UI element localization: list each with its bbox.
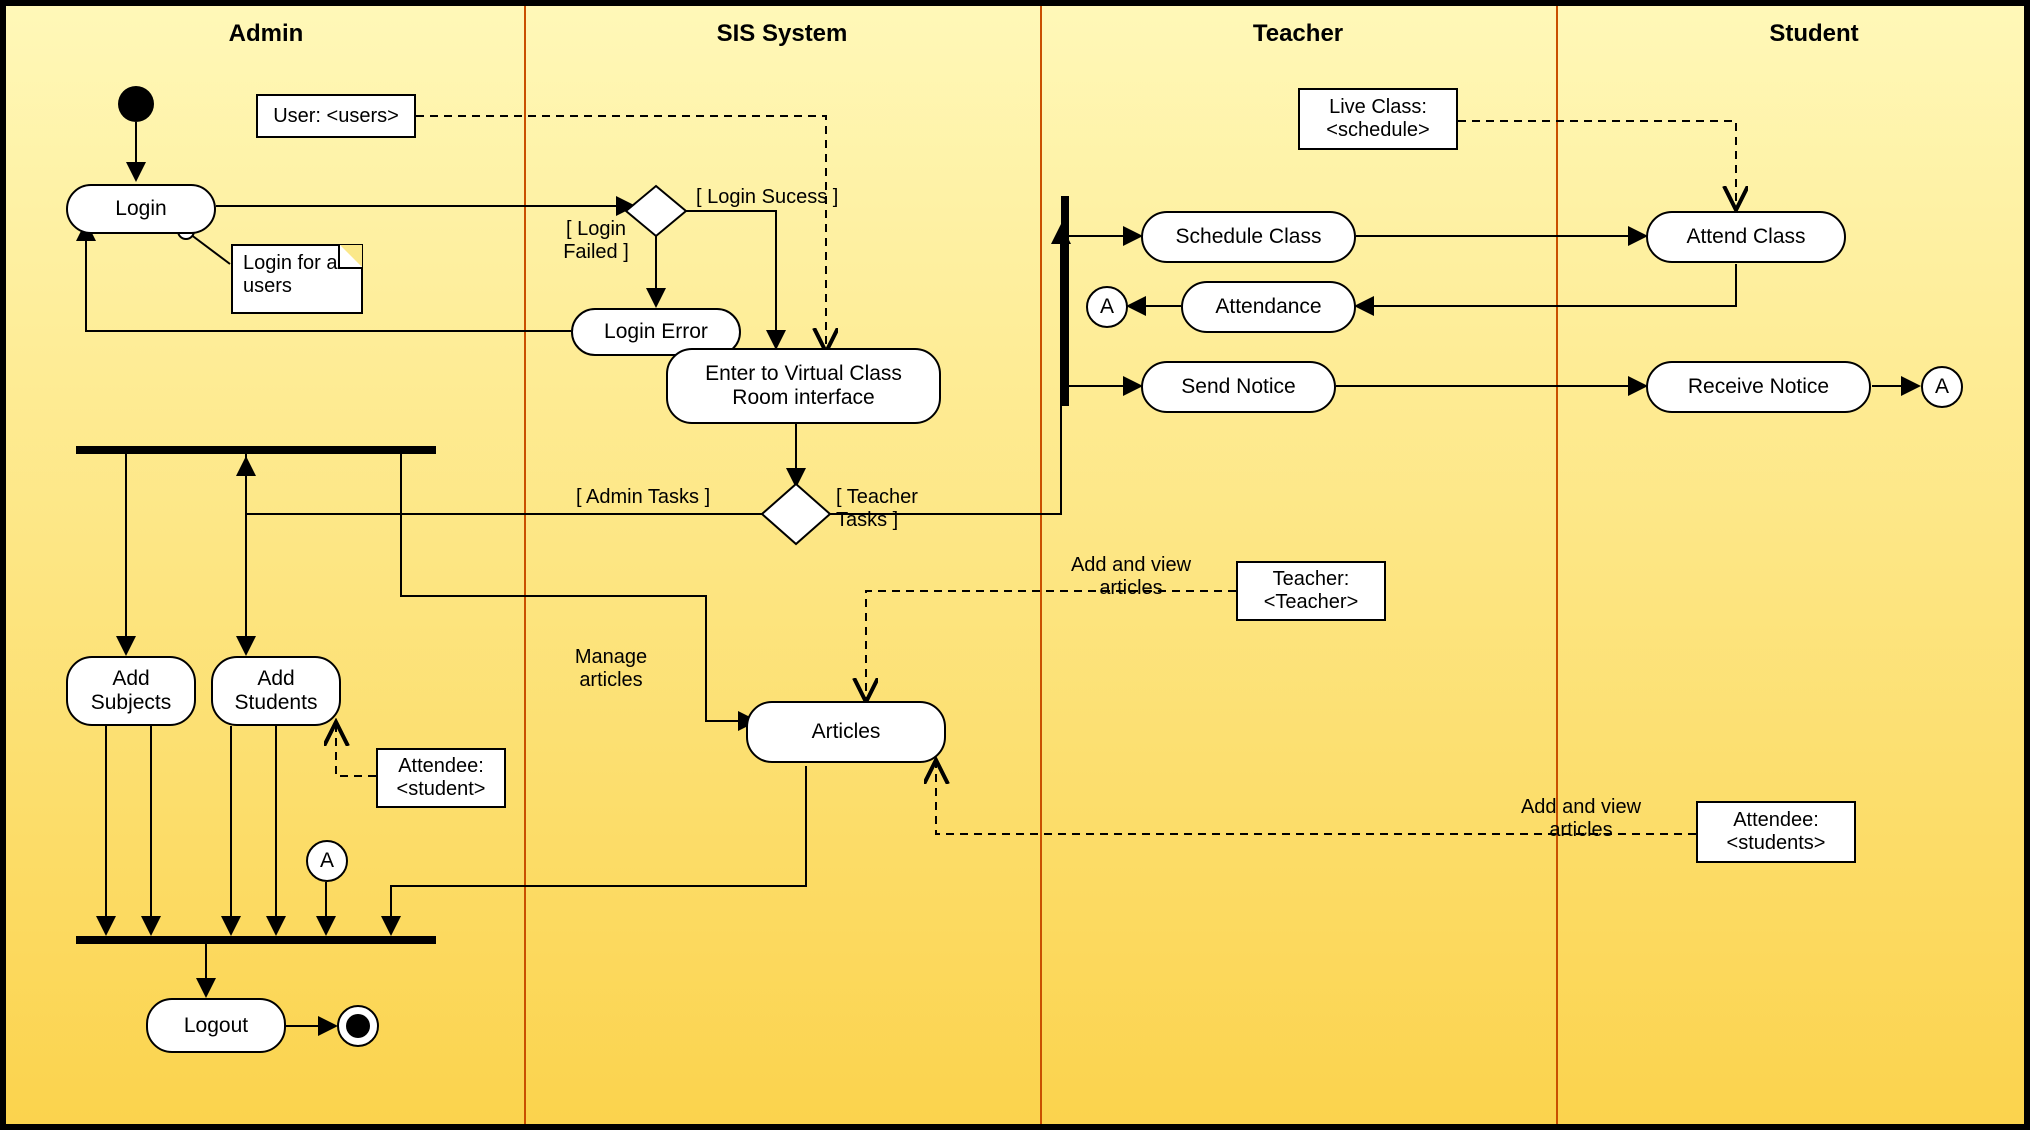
activity-schedule-class: Schedule Class [1141, 211, 1356, 263]
activity-add-subjects: Add Subjects [66, 656, 196, 726]
label-add-view-2: Add and view articles [1506, 796, 1656, 842]
guard-login-success: [ Login Sucess ] [696, 186, 838, 209]
activity-logout: Logout [146, 998, 286, 1053]
activity-attendance: Attendance [1181, 281, 1356, 333]
connector-a-3: A [306, 840, 348, 882]
lane-title-sis: SIS System [717, 20, 848, 48]
activity-send-notice: Send Notice [1141, 361, 1336, 413]
guard-teacher-tasks: [ Teacher Tasks ] [836, 486, 936, 532]
guard-admin-tasks: [ Admin Tasks ] [576, 486, 710, 509]
note-text: Login for all users [243, 252, 346, 297]
lane-title-student: Student [1769, 20, 1858, 48]
lane-divider [1040, 6, 1042, 1124]
connector-a-1: A [1086, 286, 1128, 328]
activity-attend-class: Attend Class [1646, 211, 1846, 263]
object-attendee: Attendee: <student> [376, 748, 506, 808]
activity-articles: Articles [746, 701, 946, 763]
activity-login: Login [66, 184, 216, 234]
lane-title-teacher: Teacher [1253, 20, 1343, 48]
object-teacher: Teacher: <Teacher> [1236, 561, 1386, 621]
lane-divider [1556, 6, 1558, 1124]
diagram-canvas: Admin SIS System Teacher Student [0, 0, 2030, 1130]
activity-enter-vcr: Enter to Virtual Class Room interface [666, 348, 941, 424]
object-user: User: <users> [256, 94, 416, 138]
lane-divider [524, 6, 526, 1124]
connector-a-2: A [1921, 366, 1963, 408]
object-attendees: Attendee: <students> [1696, 801, 1856, 863]
activity-receive-notice: Receive Notice [1646, 361, 1871, 413]
activity-add-students: Add Students [211, 656, 341, 726]
lane-title-admin: Admin [229, 20, 304, 48]
object-liveclass: Live Class: <schedule> [1298, 88, 1458, 150]
note-login-all: Login for all users [231, 244, 363, 314]
guard-login-failed: [ Login Failed ] [556, 218, 636, 264]
label-manage-articles: Manage articles [566, 646, 656, 692]
label-add-view-1: Add and view articles [1056, 554, 1206, 600]
